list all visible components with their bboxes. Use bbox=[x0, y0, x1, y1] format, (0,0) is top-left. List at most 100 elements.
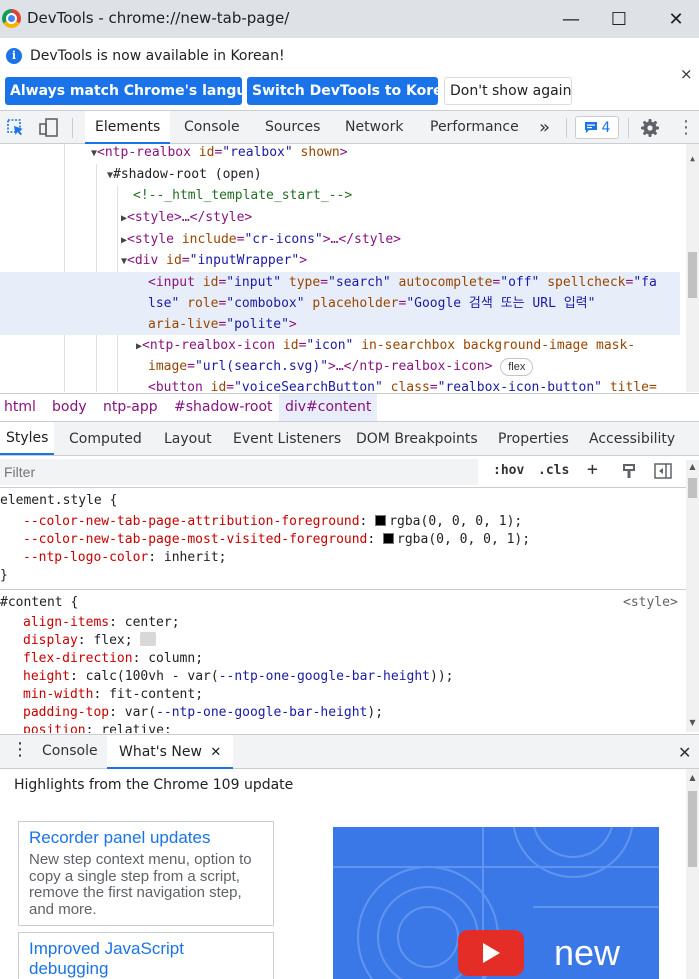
close-window-button[interactable]: ✕ bbox=[653, 0, 699, 38]
tab-layout[interactable]: Layout bbox=[164, 431, 212, 447]
settings-button[interactable] bbox=[640, 118, 660, 138]
breadcrumb-div-content[interactable]: div#content bbox=[279, 394, 378, 421]
style-source-link[interactable]: <style> bbox=[623, 594, 678, 612]
styles-scrollbar[interactable]: ▲ ▼ bbox=[686, 460, 699, 732]
close-drawer-button[interactable]: ✕ bbox=[678, 743, 691, 762]
dom-node-voice-button[interactable]: <button id="voiceSearchButton" class="re… bbox=[148, 377, 657, 392]
style-declaration[interactable]: --color-new-tab-page-most-visited-foregr… bbox=[23, 531, 530, 549]
scrollbar-thumb[interactable] bbox=[688, 252, 697, 298]
flex-badge[interactable]: flex bbox=[500, 358, 534, 376]
drawer-tab-whats-new[interactable]: What's New ✕ bbox=[107, 735, 234, 769]
style-declaration[interactable]: display: flex; bbox=[23, 632, 157, 650]
dont-show-again-button[interactable]: Don't show again bbox=[444, 77, 572, 105]
window-titlebar: DevTools - chrome://new-tab-page/ — ☐ ✕ bbox=[0, 0, 699, 38]
tab-console[interactable]: Console bbox=[184, 111, 240, 144]
breadcrumb-ntp-app[interactable]: ntp-app bbox=[103, 399, 158, 415]
dom-node-input[interactable]: <input id="input" type="search" autocomp… bbox=[148, 272, 657, 294]
scroll-up-icon[interactable]: ▲ bbox=[686, 773, 699, 782]
close-brace: } bbox=[0, 568, 8, 583]
drawer-tab-console[interactable]: Console bbox=[42, 743, 98, 759]
whats-new-scrollbar[interactable]: ▲ bbox=[686, 769, 699, 979]
whats-new-video-thumbnail[interactable]: new bbox=[333, 827, 659, 979]
rendering-emulation-button[interactable] bbox=[621, 463, 637, 479]
style-declaration[interactable]: min-width: fit-content; bbox=[23, 686, 203, 704]
color-swatch[interactable] bbox=[383, 533, 395, 544]
dom-node-realbox-icon-cont[interactable]: image="url(search.svg)">…</ntp-realbox-i… bbox=[148, 356, 534, 378]
dom-node-input-cont[interactable]: aria-live="polite"> bbox=[148, 314, 297, 336]
dom-tree-scrollbar[interactable]: ▲ bbox=[686, 144, 699, 392]
toggle-sidebar-button[interactable] bbox=[654, 463, 672, 479]
tab-accessibility[interactable]: Accessibility bbox=[589, 431, 675, 447]
maximize-button[interactable]: ☐ bbox=[596, 0, 642, 38]
feature-card[interactable]: Improved JavaScript debugging bbox=[18, 932, 274, 979]
dom-node-style[interactable]: ▶<style>…</style> bbox=[121, 207, 252, 230]
devtools-main-toolbar: Elements Console Sources Network Perform… bbox=[0, 111, 699, 144]
tab-event-listeners[interactable]: Event Listeners bbox=[233, 431, 341, 447]
customize-menu-button[interactable]: ⋮ bbox=[676, 118, 696, 138]
dom-node-ntp-realbox[interactable]: ▼<ntp-realbox id="realbox" shown> bbox=[91, 144, 348, 165]
style-declaration[interactable]: position: relative; bbox=[23, 722, 172, 733]
breadcrumb-body[interactable]: body bbox=[52, 399, 87, 415]
style-declaration[interactable]: height: calc(100vh - var(--ntp-one-googl… bbox=[23, 668, 454, 686]
indent-guide bbox=[64, 144, 65, 392]
close-tab-icon[interactable]: ✕ bbox=[210, 745, 221, 760]
style-declaration[interactable]: align-items: center; bbox=[23, 614, 180, 632]
info-icon: i bbox=[6, 48, 22, 64]
tab-computed[interactable]: Computed bbox=[69, 431, 142, 447]
scrollbar-thumb[interactable] bbox=[688, 478, 697, 498]
dom-node-style-cr-icons[interactable]: ▶<style include="cr-icons">…</style> bbox=[121, 229, 401, 252]
match-language-button[interactable]: Always match Chrome's language bbox=[5, 77, 275, 105]
paint-brush-icon bbox=[623, 464, 635, 478]
tab-sources[interactable]: Sources bbox=[265, 111, 320, 144]
style-declaration[interactable]: --color-new-tab-page-attribution-foregro… bbox=[23, 513, 522, 531]
dom-node-shadow-root[interactable]: ▼#shadow-root (open) bbox=[107, 164, 262, 187]
tab-dom-breakpoints[interactable]: DOM Breakpoints bbox=[356, 431, 478, 447]
flexbox-editor-icon[interactable] bbox=[140, 632, 157, 646]
whats-new-header: Highlights from the Chrome 109 update bbox=[14, 777, 294, 793]
styles-pane: element.style { --color-new-tab-page-att… bbox=[0, 488, 686, 733]
new-rule-button[interactable]: + bbox=[587, 459, 598, 480]
feature-card-title[interactable]: Recorder panel updates bbox=[29, 828, 263, 848]
dom-node-input-cont[interactable]: lse" role="combobox" placeholder="Google… bbox=[148, 293, 595, 315]
tab-properties[interactable]: Properties bbox=[498, 431, 569, 447]
close-icon: ✕ bbox=[668, 8, 684, 30]
more-tabs-button[interactable]: » bbox=[539, 111, 550, 144]
tab-styles[interactable]: Styles bbox=[0, 422, 55, 455]
infobar-close-button[interactable]: × bbox=[680, 65, 693, 83]
sidebar-tabs: Styles Computed Layout Event Listeners D… bbox=[0, 422, 699, 456]
scroll-down-icon[interactable]: ▼ bbox=[686, 718, 699, 727]
color-swatch[interactable] bbox=[375, 515, 387, 526]
breadcrumb-html[interactable]: html bbox=[4, 399, 36, 415]
dom-node-realbox-icon[interactable]: ▶<ntp-realbox-icon id="icon" in-searchbo… bbox=[136, 335, 635, 358]
style-declaration[interactable]: --ntp-logo-color: inherit; bbox=[23, 549, 227, 567]
sidebar-toggle-icon bbox=[654, 463, 672, 479]
class-toggle-button[interactable]: .cls bbox=[538, 463, 569, 478]
toolbar-divider bbox=[566, 118, 567, 138]
hover-state-button[interactable]: :hov bbox=[493, 463, 524, 478]
breadcrumb-shadow-root[interactable]: #shadow-root bbox=[174, 399, 273, 415]
drawer-menu-button[interactable]: ⋮ bbox=[11, 739, 29, 760]
device-toolbar-button[interactable] bbox=[38, 117, 60, 139]
feature-card-title[interactable]: Improved JavaScript debugging bbox=[29, 939, 263, 979]
dom-node-comment[interactable]: <!--_html_template_start_--> bbox=[133, 185, 352, 207]
tab-network[interactable]: Network bbox=[345, 111, 403, 144]
issues-counter-button[interactable]: 4 bbox=[575, 116, 619, 139]
scroll-up-icon[interactable]: ▲ bbox=[686, 462, 699, 471]
dom-node-input-wrapper[interactable]: ▼<div id="inputWrapper"> bbox=[121, 250, 307, 273]
scrollbar-thumb[interactable] bbox=[688, 791, 697, 867]
minimize-button[interactable]: — bbox=[548, 0, 594, 38]
drawer-tabbar: ⋮ Console What's New ✕ ✕ bbox=[0, 734, 699, 769]
maximize-icon: ☐ bbox=[610, 8, 628, 30]
inspect-element-button[interactable] bbox=[6, 118, 26, 138]
gear-icon bbox=[641, 119, 659, 137]
style-declaration[interactable]: padding-top: var(--ntp-one-google-bar-he… bbox=[23, 704, 383, 722]
breadcrumb: html body ntp-app #shadow-root div#conte… bbox=[0, 393, 699, 422]
youtube-play-icon[interactable] bbox=[458, 930, 524, 976]
switch-to-korean-button[interactable]: Switch DevTools to Korean bbox=[247, 77, 462, 105]
styles-filter-input[interactable] bbox=[0, 459, 478, 485]
scroll-up-icon[interactable]: ▲ bbox=[686, 148, 699, 170]
style-declaration[interactable]: flex-direction: column; bbox=[23, 650, 203, 668]
tab-performance[interactable]: Performance bbox=[430, 111, 519, 144]
tab-elements[interactable]: Elements bbox=[85, 111, 171, 144]
feature-card[interactable]: Recorder panel updates New step context … bbox=[18, 821, 274, 926]
